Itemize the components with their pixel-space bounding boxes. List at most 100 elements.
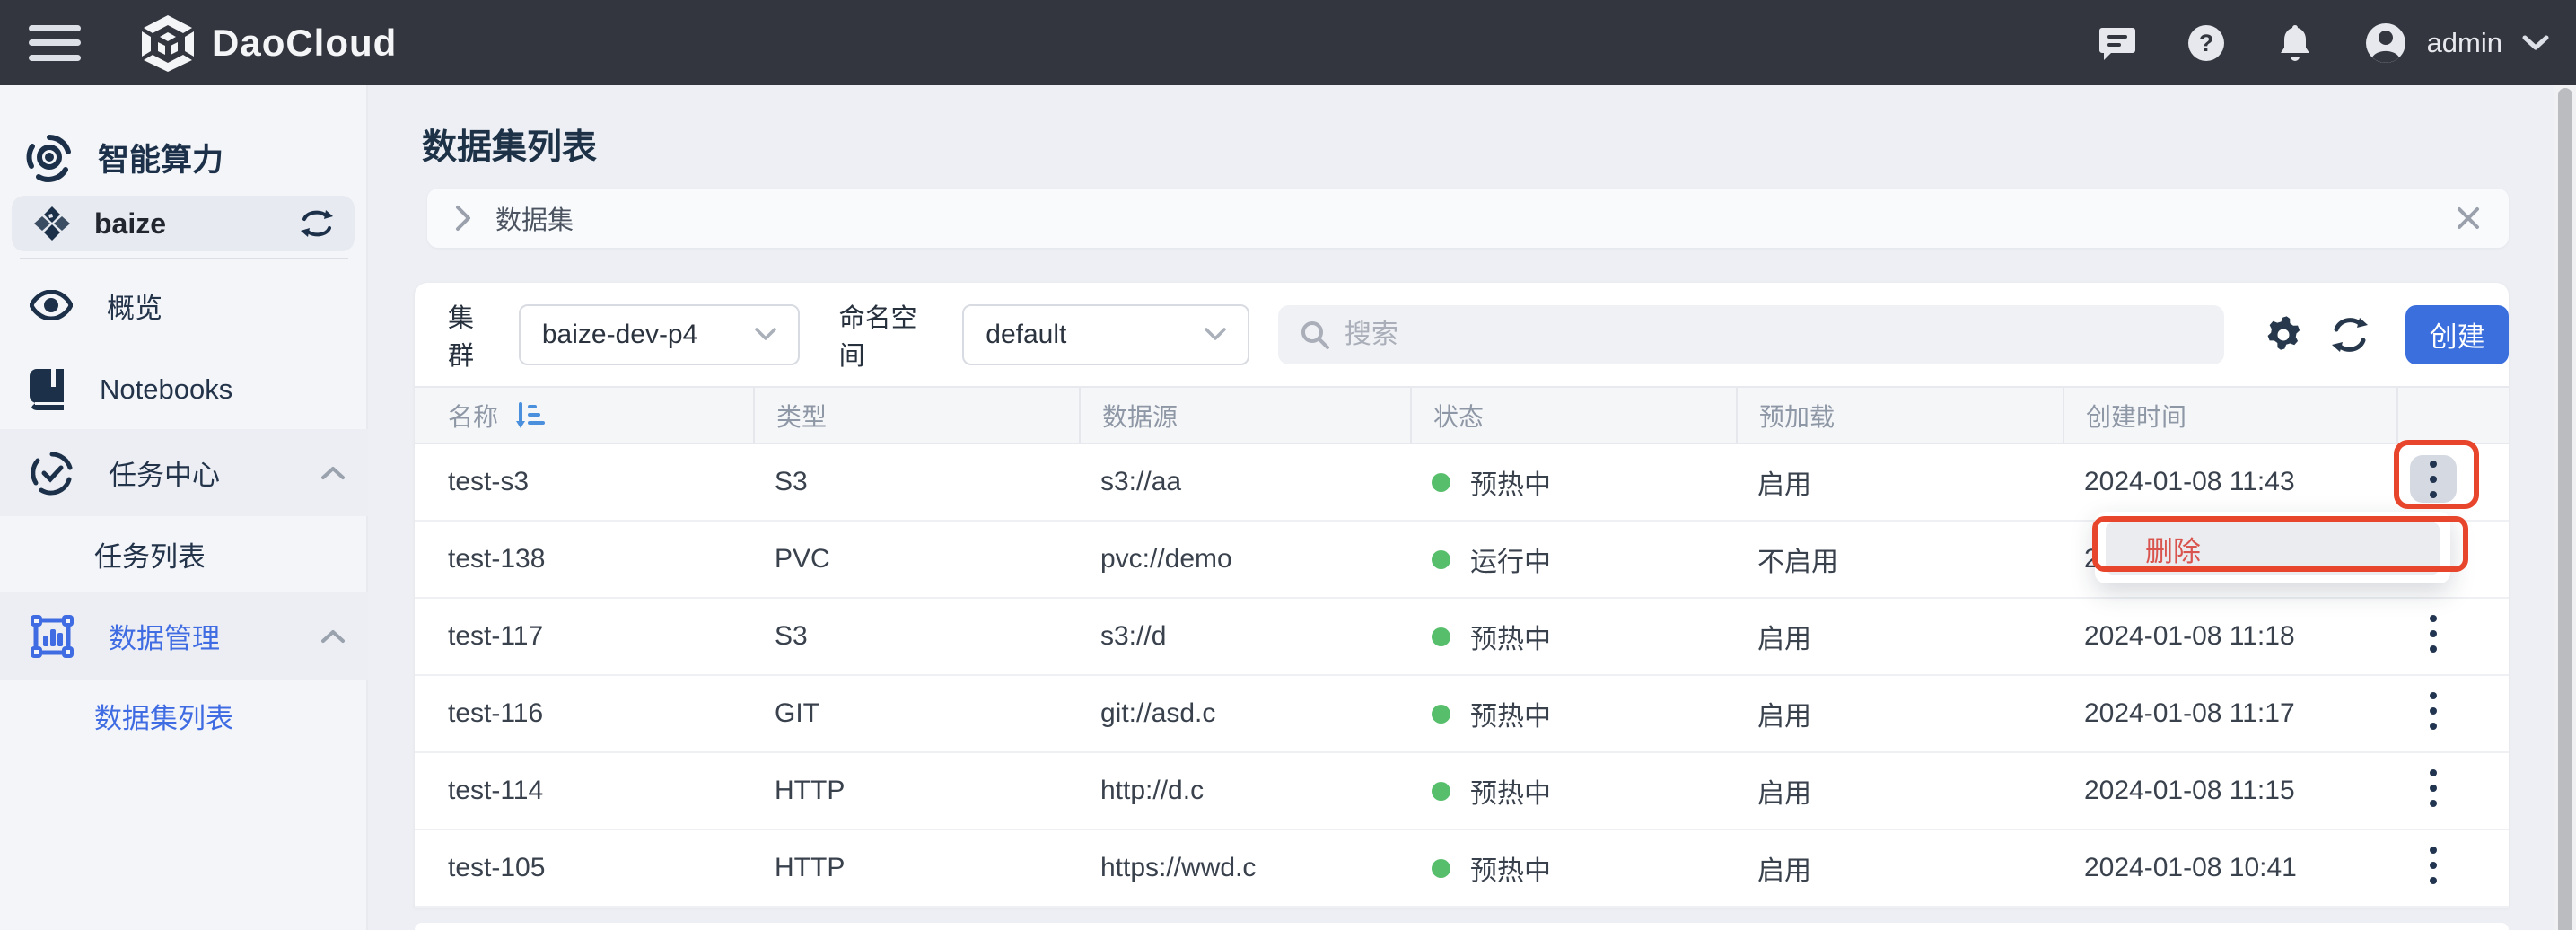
- sidebar-subitem-label: 任务列表: [94, 534, 206, 575]
- status-dot-icon: [1432, 859, 1450, 878]
- search-input[interactable]: [1345, 320, 2152, 350]
- sidebar-item-dataset-list[interactable]: 数据集列表: [0, 680, 368, 751]
- svg-text:?: ?: [2198, 30, 2213, 57]
- refresh-icon[interactable]: [2330, 316, 2370, 354]
- column-header-created[interactable]: 创建时间: [2063, 388, 2396, 443]
- row-actions-kebab-icon[interactable]: [2410, 687, 2457, 734]
- status-text: 预热中: [1470, 771, 1551, 811]
- column-label: 预加载: [1759, 398, 1835, 434]
- cell-source: https://wwd.c: [1079, 853, 1410, 883]
- workspace-diamond-icon: [31, 203, 73, 244]
- chevron-up-icon: [321, 629, 345, 644]
- cell-status: 预热中: [1410, 771, 1736, 811]
- breadcrumb: 数据集: [427, 189, 2509, 248]
- table-row[interactable]: test-s3 S3 s3://aa 预热中 启用 2024-01-08 11:…: [415, 444, 2509, 522]
- sort-icon[interactable]: [514, 401, 545, 430]
- status-text: 预热中: [1470, 462, 1551, 502]
- breadcrumb-label: 数据集: [495, 199, 574, 237]
- smart-compute-icon: [24, 132, 74, 182]
- workspace-switch-icon[interactable]: [299, 208, 335, 239]
- topbar-actions: ? admin: [2098, 22, 2549, 65]
- namespace-select[interactable]: default: [962, 304, 1249, 365]
- column-header-type[interactable]: 类型: [753, 388, 1079, 443]
- cell-preload: 启用: [1736, 694, 2063, 733]
- cell-preload: 启用: [1736, 462, 2063, 502]
- chevron-right-icon[interactable]: [454, 204, 472, 232]
- cell-status: 运行中: [1410, 540, 1736, 579]
- filter-bar: 集群 baize-dev-p4 命名空间 default 创建: [415, 283, 2509, 386]
- chevron-down-icon: [755, 328, 776, 341]
- chevron-up-icon: [321, 466, 345, 480]
- cell-preload: 不启用: [1736, 540, 2063, 579]
- cell-created: 2024-01-08 11:43: [2063, 467, 2396, 497]
- data-management-icon: [30, 614, 74, 659]
- table-row[interactable]: test-116 GIT git://asd.c 预热中 启用 2024-01-…: [415, 676, 2509, 753]
- notification-bell-icon[interactable]: [2276, 23, 2314, 63]
- column-label: 名称: [448, 398, 498, 434]
- eye-icon: [30, 290, 73, 320]
- cell-type: S3: [753, 467, 1079, 497]
- hamburger-menu-icon[interactable]: [29, 25, 81, 61]
- close-icon[interactable]: [2455, 205, 2482, 232]
- row-actions-kebab-icon[interactable]: [2410, 841, 2457, 889]
- table-row[interactable]: test-117 S3 s3://d 预热中 启用 2024-01-08 11:…: [415, 599, 2509, 676]
- column-header-status[interactable]: 状态: [1410, 388, 1736, 443]
- column-header-source[interactable]: 数据源: [1079, 388, 1410, 443]
- status-dot-icon: [1432, 705, 1450, 724]
- cell-type: GIT: [753, 698, 1079, 729]
- create-button[interactable]: 创建: [2405, 305, 2509, 364]
- status-text: 预热中: [1470, 694, 1551, 733]
- sidebar-item-notebooks[interactable]: Notebooks: [0, 354, 368, 426]
- cell-preload: 启用: [1736, 617, 2063, 656]
- column-label: 创建时间: [2086, 398, 2186, 434]
- sidebar: 智能算力 baize 概览 Notebooks 任务中心 任务列表: [0, 85, 368, 930]
- column-label: 状态: [1433, 398, 1484, 434]
- cell-name: test-114: [415, 776, 753, 806]
- cell-created: 2024-01-08 10:41: [2063, 853, 2396, 883]
- column-header-preload[interactable]: 预加载: [1736, 388, 2063, 443]
- cell-created: 2024-01-08 11:15: [2063, 776, 2396, 806]
- column-label: 类型: [776, 398, 827, 434]
- cell-name: test-s3: [415, 467, 753, 497]
- daocloud-logo-icon: [140, 13, 196, 73]
- sidebar-item-task-list[interactable]: 任务列表: [0, 518, 368, 590]
- feedback-chat-icon[interactable]: [2098, 24, 2136, 62]
- cell-created: 2024-01-08 11:18: [2063, 621, 2396, 652]
- cell-source: http://d.c: [1079, 776, 1410, 806]
- page-title: 数据集列表: [422, 119, 597, 170]
- scrollbar-thumb[interactable]: [2558, 88, 2572, 930]
- gear-icon[interactable]: [2264, 315, 2303, 355]
- cell-type: PVC: [753, 544, 1079, 575]
- cluster-select[interactable]: baize-dev-p4: [519, 304, 800, 365]
- status-text: 预热中: [1470, 617, 1551, 656]
- row-actions-kebab-icon[interactable]: [2410, 764, 2457, 812]
- cell-name: test-105: [415, 853, 753, 883]
- row-actions-kebab-icon[interactable]: [2410, 455, 2457, 503]
- avatar: [2364, 22, 2407, 65]
- cell-type: S3: [753, 621, 1079, 652]
- cell-source: git://asd.c: [1079, 698, 1410, 729]
- table-row[interactable]: test-105 HTTP https://wwd.c 预热中 启用 2024-…: [415, 830, 2509, 908]
- sidebar-subitem-label: 数据集列表: [94, 696, 233, 736]
- cell-source: s3://d: [1079, 621, 1410, 652]
- row-actions-kebab-icon[interactable]: [2410, 610, 2457, 657]
- chevron-down-icon: [1205, 328, 1226, 341]
- sidebar-product: 智能算力: [0, 108, 368, 206]
- user-menu[interactable]: admin: [2364, 22, 2549, 65]
- delete-menu-item[interactable]: 删除: [2106, 522, 2440, 575]
- cell-actions: [2396, 676, 2509, 751]
- help-icon[interactable]: ?: [2186, 23, 2226, 63]
- sidebar-item-data-management[interactable]: 数据管理: [0, 592, 368, 680]
- sidebar-item-label: 任务中心: [109, 452, 220, 493]
- search-icon: [1300, 320, 1330, 350]
- sidebar-item-overview[interactable]: 概览: [0, 269, 368, 341]
- search-box: [1278, 305, 2225, 364]
- workspace-selector[interactable]: baize: [12, 196, 355, 251]
- next-card-edge: [415, 923, 2509, 930]
- sidebar-item-task-center[interactable]: 任务中心: [0, 429, 368, 516]
- table-row[interactable]: test-114 HTTP http://d.c 预热中 启用 2024-01-…: [415, 753, 2509, 830]
- table-header: 名称 类型 数据源 状态 预加载 创建时间: [415, 386, 2509, 444]
- status-text: 运行中: [1470, 540, 1551, 579]
- book-icon: [30, 369, 66, 410]
- column-header-name[interactable]: 名称: [415, 388, 753, 443]
